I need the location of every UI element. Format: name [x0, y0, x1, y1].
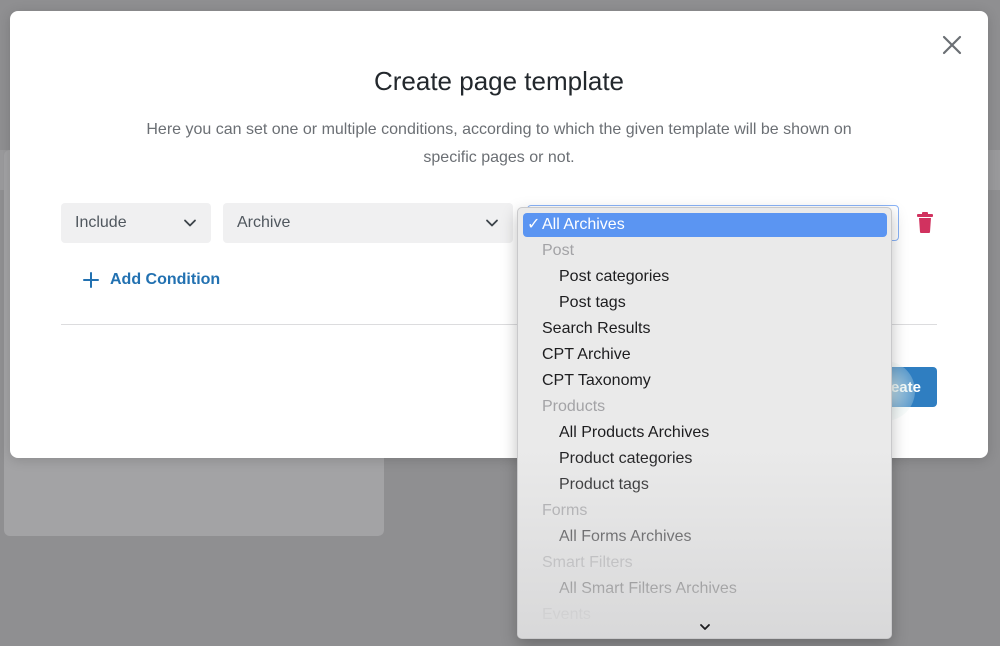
modal-title: Create page template	[373, 66, 625, 96]
dropdown-option-label: All Archives	[542, 216, 625, 233]
dropdown-option[interactable]: Product tags	[523, 473, 887, 497]
checkmark-icon: ✓	[527, 216, 541, 233]
dropdown-group-label: Smart Filters	[542, 554, 633, 571]
include-select-value: Include	[75, 214, 127, 231]
include-select[interactable]: Include	[61, 203, 211, 243]
add-condition-button[interactable]: Add Condition	[82, 271, 220, 289]
subtype-dropdown-list[interactable]: ✓All Archives Post Post categories Post tag…	[517, 207, 892, 639]
trash-icon[interactable]	[915, 211, 935, 235]
dropdown-group-label: Post	[542, 242, 575, 259]
dropdown-option[interactable]: Product categories	[523, 447, 887, 471]
scroll-down-icon[interactable]	[698, 620, 712, 634]
dropdown-option[interactable]: CPT Taxonomy	[523, 369, 887, 393]
close-icon[interactable]	[940, 33, 964, 57]
dropdown-option[interactable]: Post tags	[523, 291, 887, 315]
condition-type-select[interactable]: Archive	[223, 203, 513, 243]
chevron-down-icon	[486, 219, 498, 227]
chevron-down-icon	[184, 219, 196, 227]
plus-icon	[83, 272, 99, 288]
dropdown-option-selected[interactable]: ✓All Archives	[523, 213, 887, 237]
dropdown-group-label: Forms	[542, 502, 588, 519]
dropdown-option[interactable]: CPT Archive	[523, 343, 887, 367]
condition-type-value: Archive	[237, 214, 291, 231]
dropdown-option[interactable]: Search Results	[523, 317, 887, 341]
dropdown-option[interactable]: All Smart Filters Archives	[523, 577, 887, 601]
dropdown-group-label: Products	[542, 398, 606, 415]
dropdown-option[interactable]: Post categories	[523, 265, 887, 289]
dropdown-option[interactable]: All Forms Archives	[523, 525, 887, 549]
modal-description: Here you can set one or multiple conditi…	[146, 121, 852, 166]
add-condition-label: Add Condition	[110, 271, 221, 288]
dropdown-option[interactable]: All Products Archives	[523, 421, 887, 445]
